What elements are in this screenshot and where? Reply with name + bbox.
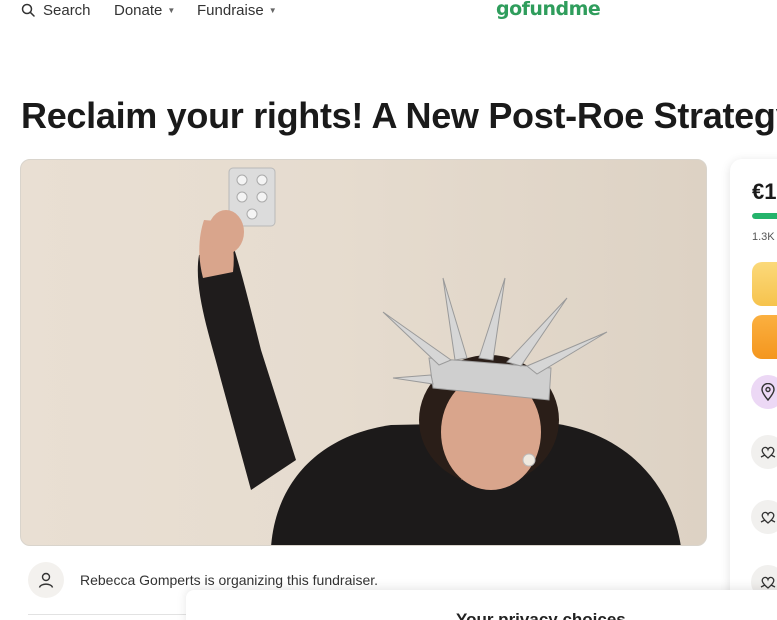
divider: [28, 614, 188, 615]
hero-photo-illustration: [197, 167, 681, 545]
privacy-title: Your privacy choices: [456, 610, 626, 620]
map-pin-icon: [751, 375, 777, 409]
privacy-banner: Your privacy choices: [186, 590, 777, 620]
hero-image[interactable]: [20, 159, 707, 546]
fundraise-label: Fundraise: [197, 1, 264, 19]
search-label: Search: [43, 1, 91, 19]
top-nav: Search Donate ▼ Fundraise ▼ gofundme: [0, 0, 777, 26]
logo-text: gofundme: [496, 0, 601, 20]
search-icon: [21, 3, 35, 17]
donate-menu[interactable]: Donate ▼: [114, 0, 175, 20]
donations-count: 1.3K: [752, 231, 775, 243]
progress-fill: [752, 213, 777, 219]
donor-heart-icon: [751, 435, 777, 469]
donor-heart-icon: [751, 500, 777, 534]
gofundme-logo[interactable]: gofundme: [496, 0, 601, 20]
donation-card: €1 1.3K: [730, 159, 777, 620]
share-button[interactable]: [752, 262, 777, 306]
search-button[interactable]: Search: [21, 0, 91, 20]
page-title: Reclaim your rights! A New Post-Roe Stra…: [21, 95, 777, 136]
avatar: [28, 562, 64, 598]
progress-bar: [752, 213, 777, 219]
organizer-text: Rebecca Gomperts is organizing this fund…: [80, 572, 379, 588]
chevron-down-icon: ▼: [167, 5, 176, 15]
user-icon: [38, 572, 54, 588]
amount-raised: €1: [752, 179, 777, 204]
donate-label: Donate: [114, 1, 163, 19]
donate-now-button[interactable]: [752, 315, 777, 359]
fundraise-menu[interactable]: Fundraise ▼: [197, 0, 277, 20]
chevron-down-icon: ▼: [268, 5, 277, 15]
